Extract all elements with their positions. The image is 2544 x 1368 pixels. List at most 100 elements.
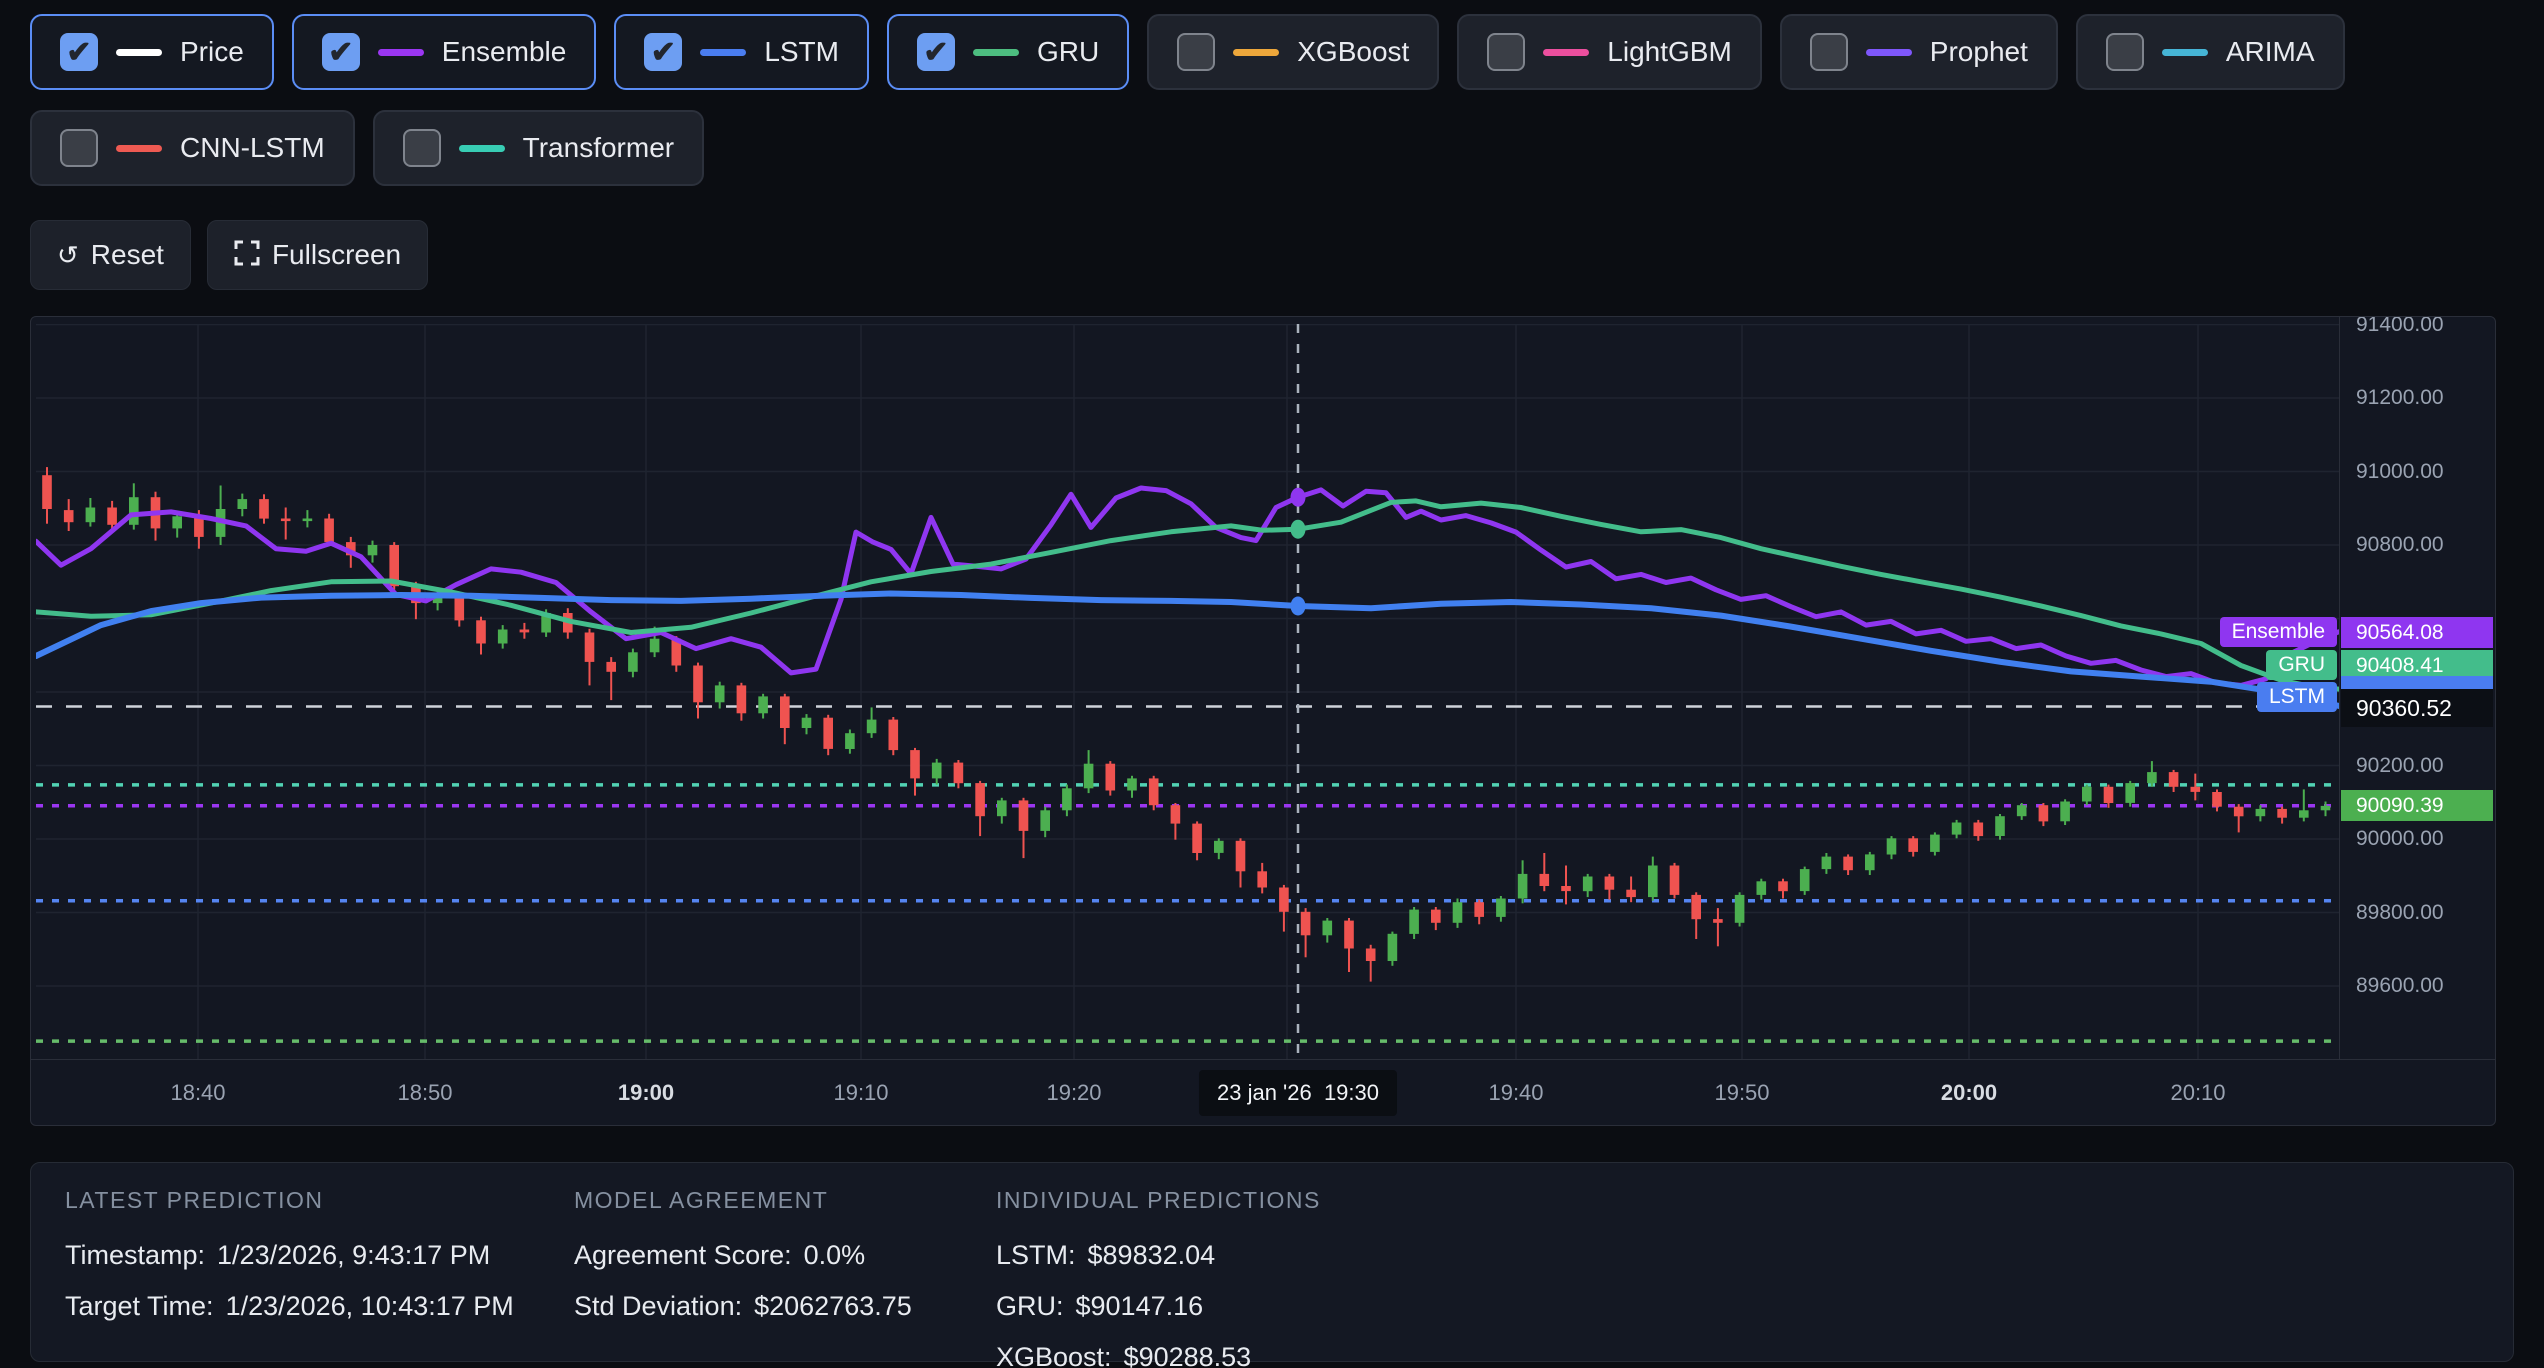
checkbox-icon[interactable]: ✔ bbox=[644, 33, 682, 71]
info-column: MODEL AGREEMENT Agreement Score: 0.0% Std D… bbox=[574, 1187, 912, 1342]
series-color-swatch bbox=[116, 145, 162, 152]
info-row-label: GRU: bbox=[996, 1291, 1064, 1321]
price-chart-panel[interactable]: 91400.00 91200.00 91000.00 90800.00 90200.00… bbox=[30, 316, 2496, 1126]
checkbox-icon[interactable] bbox=[60, 129, 98, 167]
model-toggle-transformer[interactable]: Transformer bbox=[373, 110, 704, 186]
info-row-label: LSTM: bbox=[996, 1240, 1076, 1270]
checkbox-icon[interactable]: ✔ bbox=[917, 33, 955, 71]
series-color-swatch bbox=[378, 49, 424, 56]
model-toggle-lightgbm[interactable]: LightGBM bbox=[1457, 14, 1762, 90]
series-color-swatch bbox=[2162, 49, 2208, 56]
model-label: CNN-LSTM bbox=[180, 132, 325, 164]
info-row-value: $90288.53 bbox=[1124, 1342, 1252, 1368]
y-axis-label: 91400.00 bbox=[2356, 316, 2444, 337]
model-label: Transformer bbox=[523, 132, 674, 164]
checkbox-icon[interactable] bbox=[1177, 33, 1215, 71]
model-label: ARIMA bbox=[2226, 36, 2315, 68]
info-row-label: XGBoost: bbox=[996, 1342, 1112, 1368]
info-row: Agreement Score: 0.0% bbox=[574, 1240, 912, 1271]
series-color-swatch bbox=[1866, 49, 1912, 56]
info-row-value: 1/23/2026, 9:43:17 PM bbox=[217, 1240, 490, 1270]
info-row-value: $89832.04 bbox=[1088, 1240, 1216, 1270]
info-heading: LATEST PREDICTION bbox=[65, 1187, 514, 1214]
checkbox-icon[interactable]: ✔ bbox=[322, 33, 360, 71]
fullscreen-button[interactable]: Fullscreen bbox=[207, 220, 428, 290]
checkbox-icon[interactable] bbox=[1810, 33, 1848, 71]
time-axis[interactable]: 23 jan '26 19:30 18:40 18:50 19:00 19:10 19:… bbox=[31, 1059, 2496, 1126]
price-axis[interactable]: 91400.00 91200.00 91000.00 90800.00 90200.00… bbox=[2339, 317, 2495, 1059]
chart-controls: ↺ Reset Fullscreen bbox=[30, 220, 2544, 290]
price-chart-svg[interactable] bbox=[36, 324, 2339, 1059]
model-toggle-prophet[interactable]: Prophet bbox=[1780, 14, 2058, 90]
model-toggle-row-2: CNN-LSTM Transformer bbox=[30, 110, 2544, 186]
checkbox-icon[interactable] bbox=[1487, 33, 1525, 71]
model-label: LSTM bbox=[764, 36, 839, 68]
info-heading: MODEL AGREEMENT bbox=[574, 1187, 912, 1214]
model-toggle-lstm[interactable]: ✔ LSTM bbox=[614, 14, 869, 90]
x-axis-label: 20:00 bbox=[1941, 1080, 1997, 1106]
checkbox-icon[interactable] bbox=[2106, 33, 2144, 71]
reset-button[interactable]: ↺ Reset bbox=[30, 220, 191, 290]
info-row-label: Agreement Score: bbox=[574, 1240, 792, 1270]
info-row: XGBoost: $90288.53 bbox=[996, 1342, 1321, 1368]
info-row: Timestamp: 1/23/2026, 9:43:17 PM bbox=[65, 1240, 514, 1271]
model-toggle-ensemble[interactable]: ✔Ensemble bbox=[292, 14, 597, 90]
x-axis-label: 20:10 bbox=[2170, 1080, 2225, 1106]
model-label: XGBoost bbox=[1297, 36, 1409, 68]
info-row-value: 0.0% bbox=[804, 1240, 866, 1270]
x-axis-label: 19:10 bbox=[833, 1080, 888, 1106]
model-toggle-price[interactable]: ✔ Price bbox=[30, 14, 274, 90]
info-row-label: Timestamp: bbox=[65, 1240, 205, 1270]
x-axis-label: 19:00 bbox=[618, 1080, 674, 1106]
info-column: INDIVIDUAL PREDICTIONS LSTM: $89832.04 GRU:… bbox=[996, 1187, 1321, 1368]
series-color-swatch bbox=[116, 49, 162, 56]
reset-icon: ↺ bbox=[57, 242, 79, 268]
checkbox-icon[interactable]: ✔ bbox=[60, 33, 98, 71]
y-axis-label: 90200.00 bbox=[2356, 754, 2444, 778]
info-heading: INDIVIDUAL PREDICTIONS bbox=[996, 1187, 1321, 1214]
crosshair-time-badge: 23 jan '26 19:30 bbox=[1199, 1070, 1397, 1116]
y-axis-label: 89600.00 bbox=[2356, 974, 2444, 998]
model-toggle-cnn-lstm[interactable]: CNN-LSTM bbox=[30, 110, 355, 186]
series-color-swatch bbox=[459, 145, 505, 152]
info-row: LSTM: $89832.04 bbox=[996, 1240, 1321, 1271]
info-row: GRU: $90147.16 bbox=[996, 1291, 1321, 1322]
ensemble-value-badge: 90564.08 bbox=[2341, 617, 2493, 648]
checkbox-icon[interactable] bbox=[403, 129, 441, 167]
model-toggle-xgboost[interactable]: XGBoost bbox=[1147, 14, 1439, 90]
info-row-label: Target Time: bbox=[65, 1291, 214, 1321]
model-toggle-gru[interactable]: ✔ GRU bbox=[887, 14, 1129, 90]
lstm-series-pill: LSTM bbox=[2257, 682, 2337, 712]
x-axis-label: 18:40 bbox=[170, 1080, 225, 1106]
info-row: Target Time:1/23/2026, 10:43:17 PM bbox=[65, 1291, 514, 1322]
y-axis-label: 91200.00 bbox=[2356, 386, 2444, 410]
info-column: LATEST PREDICTION Timestamp: 1/23/2026, 9:… bbox=[65, 1187, 514, 1342]
fullscreen-label: Fullscreen bbox=[272, 239, 401, 271]
crosshair-price-badge: 90360.52 bbox=[2341, 689, 2493, 727]
y-axis-label: 89800.00 bbox=[2356, 901, 2444, 925]
model-label: Price bbox=[180, 36, 244, 68]
x-axis-label: 19:50 bbox=[1714, 1080, 1769, 1106]
y-axis-label: 90800.00 bbox=[2356, 533, 2444, 557]
x-axis-label: 18:50 bbox=[397, 1080, 452, 1106]
model-label: Prophet bbox=[1930, 36, 2028, 68]
x-axis-label: 19:20 bbox=[1046, 1080, 1101, 1106]
last-price-badge: 90090.39 bbox=[2341, 790, 2493, 821]
series-color-swatch bbox=[700, 49, 746, 56]
fullscreen-icon bbox=[234, 240, 260, 270]
prediction-info-panel: LATEST PREDICTION Timestamp: 1/23/2026, 9:… bbox=[30, 1162, 2514, 1362]
info-row-value: $90147.16 bbox=[1076, 1291, 1204, 1321]
series-color-swatch bbox=[1233, 49, 1279, 56]
model-toggle-arima[interactable]: ARIMA bbox=[2076, 14, 2345, 90]
info-row-label: Std Deviation: bbox=[574, 1291, 742, 1321]
x-axis-label: 19:40 bbox=[1488, 1080, 1543, 1106]
model-label: LightGBM bbox=[1607, 36, 1732, 68]
model-label: GRU bbox=[1037, 36, 1099, 68]
series-color-swatch bbox=[1543, 49, 1589, 56]
info-row-value: $2062763.75 bbox=[754, 1291, 912, 1321]
gru-series-pill: GRU bbox=[2266, 650, 2337, 680]
series-color-swatch bbox=[973, 49, 1019, 56]
reset-label: Reset bbox=[91, 239, 164, 271]
y-axis-label: 91000.00 bbox=[2356, 460, 2444, 484]
info-row: Std Deviation: $2062763.75 bbox=[574, 1291, 912, 1322]
